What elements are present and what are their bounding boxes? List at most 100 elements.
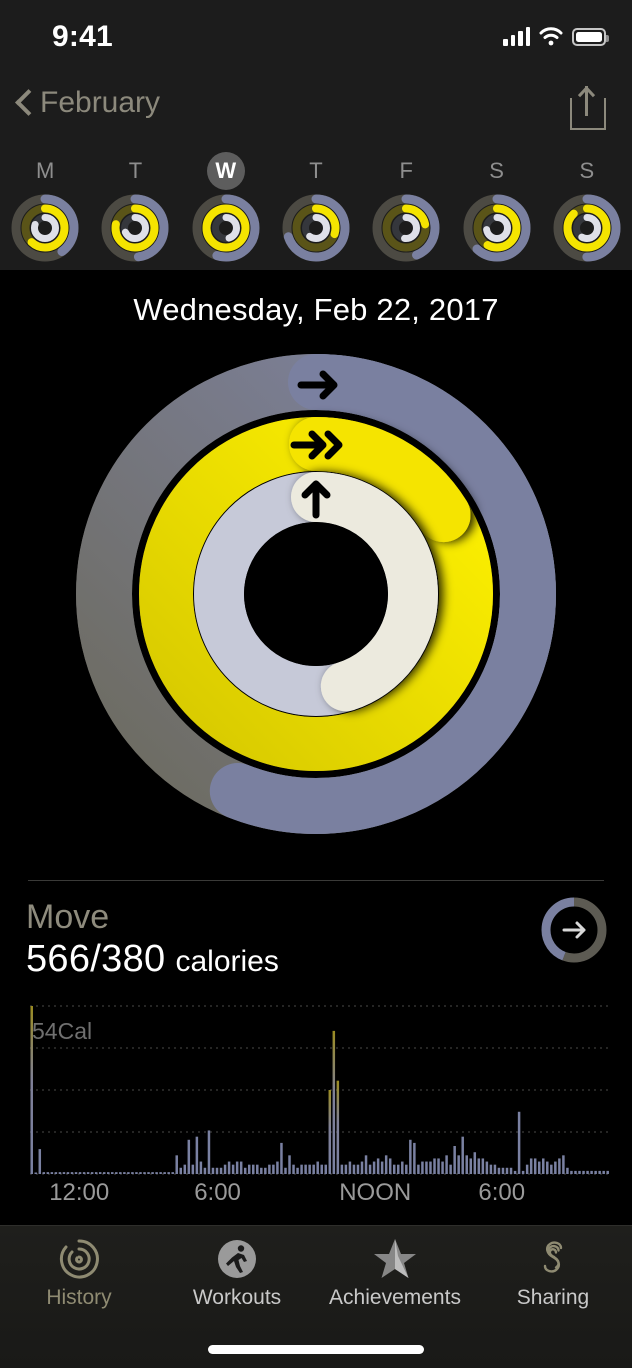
chart-bar xyxy=(469,1158,473,1174)
chart-bar xyxy=(590,1170,593,1174)
chart-bar xyxy=(606,1170,609,1174)
chart-bar xyxy=(252,1164,255,1174)
chart-bar xyxy=(272,1164,275,1174)
chart-bar xyxy=(300,1164,303,1174)
chart-bar xyxy=(529,1158,533,1174)
wifi-icon xyxy=(539,26,563,46)
chart-bar xyxy=(219,1167,223,1174)
chart-bar xyxy=(163,1172,166,1174)
week-day-label: M xyxy=(35,158,55,183)
chart-bar xyxy=(223,1164,227,1174)
chart-bar xyxy=(352,1164,356,1174)
tab-sharing[interactable]: Sharing xyxy=(474,1226,632,1326)
arrow-right-circle-icon[interactable] xyxy=(540,896,608,964)
chart-bar xyxy=(50,1172,54,1174)
chart-bar xyxy=(191,1164,195,1174)
chart-bar xyxy=(501,1167,505,1174)
chart-bar xyxy=(324,1164,328,1174)
week-day-rings xyxy=(372,194,440,262)
move-calorie-chart: 54Cal 12:00 6:00 NOON 6:00 xyxy=(0,1000,632,1215)
week-day-rings xyxy=(11,194,79,262)
chart-bar xyxy=(90,1172,94,1174)
chart-bar xyxy=(292,1164,295,1174)
chart-bar xyxy=(485,1161,489,1174)
chart-bar xyxy=(195,1136,199,1174)
tab-workouts[interactable]: Workouts xyxy=(158,1226,316,1326)
chart-bar xyxy=(203,1167,207,1174)
chart-bar xyxy=(332,1030,336,1174)
chart-x-tick: 6:00 xyxy=(194,1179,241,1206)
move-unit: calories xyxy=(175,945,279,978)
chart-bar xyxy=(167,1172,170,1174)
chart-bar xyxy=(364,1155,368,1174)
tab-label: History xyxy=(46,1286,112,1309)
chart-bar xyxy=(239,1161,243,1174)
chart-bar xyxy=(461,1136,464,1174)
chart-bar xyxy=(155,1172,158,1174)
tab-achievements[interactable]: Achievements xyxy=(316,1226,474,1326)
chart-bar xyxy=(594,1170,597,1174)
chart-bar xyxy=(135,1172,138,1174)
chart-bar xyxy=(465,1155,468,1174)
chart-bar xyxy=(207,1130,211,1174)
chart-bar xyxy=(131,1172,134,1174)
chart-bar xyxy=(558,1158,561,1174)
chart-bar xyxy=(449,1164,452,1174)
chart-bar xyxy=(348,1161,352,1174)
move-value: 566/380 xyxy=(26,938,166,980)
star-icon xyxy=(372,1236,418,1282)
chart-bar xyxy=(340,1164,344,1174)
tab-label: Sharing xyxy=(516,1286,590,1309)
week-day-5[interactable]: S xyxy=(451,144,541,270)
chart-bar xyxy=(602,1170,605,1174)
share-icon[interactable] xyxy=(568,84,608,130)
chart-bar xyxy=(578,1170,581,1174)
activity-rings[interactable] xyxy=(66,344,566,844)
tab-label: Achievements xyxy=(329,1286,461,1309)
back-button[interactable]: February xyxy=(16,86,160,120)
chart-bar xyxy=(58,1172,62,1174)
section-divider xyxy=(28,880,604,881)
week-day-6[interactable]: S xyxy=(542,144,632,270)
chart-bar xyxy=(546,1161,549,1174)
chart-peak-label: 54Cal xyxy=(32,1018,93,1044)
home-indicator xyxy=(208,1345,424,1354)
chart-bar xyxy=(562,1155,565,1174)
chart-bar xyxy=(384,1155,388,1174)
chart-bar xyxy=(550,1164,553,1174)
tab-history[interactable]: History xyxy=(0,1226,158,1326)
chart-bar xyxy=(344,1164,348,1174)
chevron-left-icon xyxy=(16,89,32,117)
chart-bar xyxy=(554,1161,557,1174)
chart-bar xyxy=(304,1164,307,1174)
week-day-2[interactable]: W xyxy=(181,144,271,270)
navigation-bar: February xyxy=(0,72,632,144)
chart-bar xyxy=(179,1167,183,1174)
chart-bar xyxy=(441,1161,444,1174)
chart-bar xyxy=(598,1170,601,1174)
chart-bar xyxy=(256,1164,259,1174)
chart-bar xyxy=(477,1158,481,1174)
runner-icon xyxy=(214,1236,260,1282)
chart-bar xyxy=(284,1167,287,1174)
move-section-title: Move xyxy=(26,898,110,936)
chart-bar xyxy=(231,1164,235,1174)
chart-bar xyxy=(372,1161,376,1174)
chart-bar xyxy=(320,1164,323,1174)
sharing-s-icon xyxy=(530,1236,576,1282)
chart-bar xyxy=(264,1167,267,1174)
chart-bar xyxy=(425,1161,428,1174)
week-day-0[interactable]: M xyxy=(0,144,90,270)
chart-bar xyxy=(74,1172,78,1174)
chart-bar xyxy=(151,1172,154,1174)
chart-bar xyxy=(457,1155,460,1174)
chart-bar xyxy=(421,1161,424,1174)
chart-bar xyxy=(413,1142,416,1174)
week-day-label: S xyxy=(579,158,595,183)
week-day-3[interactable]: T xyxy=(271,144,361,270)
week-day-4[interactable]: F xyxy=(361,144,451,270)
week-day-1[interactable]: T xyxy=(90,144,180,270)
chart-bar xyxy=(521,1170,525,1174)
move-summary-section: Move 566/380 calories 54Cal 12:00 6:00 NOO… xyxy=(0,880,632,1220)
chart-bar xyxy=(46,1172,50,1174)
